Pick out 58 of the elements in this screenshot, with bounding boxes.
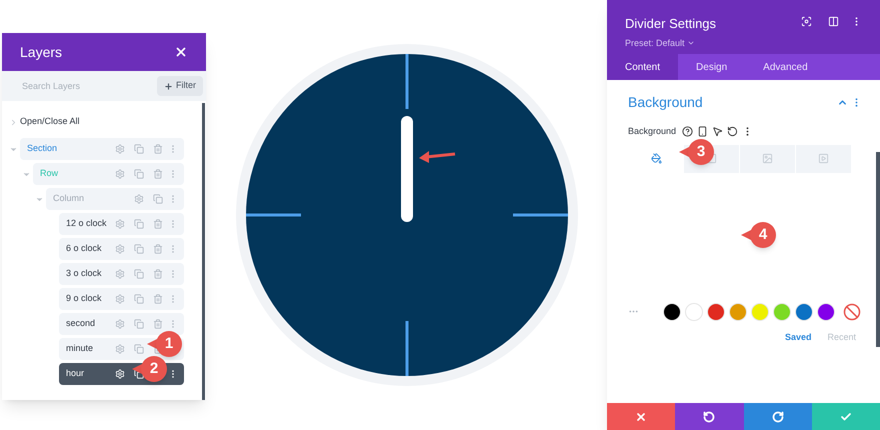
color-swatch[interactable]	[685, 302, 703, 320]
layer-item[interactable]: second	[59, 313, 184, 335]
callout-tooltip: 3	[679, 139, 714, 165]
plus-icon	[164, 82, 173, 90]
cursor-icon[interactable]	[712, 126, 724, 138]
panel-title: Divider Settings	[625, 15, 718, 33]
columns-icon[interactable]	[828, 16, 839, 27]
paint-bucket-icon	[650, 153, 662, 164]
color-swatch[interactable]	[773, 302, 791, 320]
undo-button[interactable]	[675, 403, 744, 430]
color-swatch[interactable]	[663, 302, 681, 320]
close-icon	[635, 410, 648, 422]
redo-button[interactable]	[744, 403, 812, 430]
color-swatch[interactable]	[707, 302, 725, 320]
focus-icon[interactable]	[801, 16, 812, 27]
layer-item[interactable]: 9 o clock	[59, 288, 184, 310]
scrollbar[interactable]	[876, 152, 880, 347]
color-swatch[interactable]	[817, 302, 835, 320]
trash-icon[interactable]	[153, 169, 163, 179]
trash-icon[interactable]	[153, 294, 163, 304]
trash-icon[interactable]	[153, 219, 163, 229]
color-swatch[interactable]	[795, 302, 813, 320]
layer-item[interactable]: Section	[20, 138, 184, 160]
help-icon[interactable]	[682, 126, 694, 138]
palette-tab[interactable]: Saved	[784, 330, 812, 344]
play-icon	[818, 153, 829, 164]
caret-icon[interactable]	[9, 118, 18, 126]
trash-icon[interactable]	[153, 319, 163, 329]
undo-icon	[703, 410, 716, 422]
close-icon[interactable]	[174, 45, 188, 59]
redo-icon	[772, 410, 784, 422]
color-swatch[interactable]	[751, 302, 769, 320]
scrollbar[interactable]	[202, 103, 205, 400]
layer-item[interactable]: 6 o clock	[59, 238, 184, 260]
field-label: Background	[628, 125, 676, 138]
no-color-icon[interactable]	[843, 302, 861, 320]
search-field[interactable]: Search Layers	[2, 71, 157, 101]
image-icon	[762, 153, 773, 164]
check-icon	[840, 410, 852, 422]
color-swatch[interactable]	[729, 302, 747, 320]
layer-item[interactable]: 3 o clock	[59, 263, 184, 285]
trash-icon[interactable]	[153, 269, 163, 279]
tab[interactable]: Content	[607, 54, 678, 80]
trash-icon[interactable]	[153, 144, 163, 154]
tab[interactable]: Design	[678, 54, 746, 80]
filter-button[interactable]: Filter	[157, 76, 203, 96]
callout-tooltip: 1	[147, 331, 182, 357]
callout-tooltip: 4	[741, 222, 776, 248]
tab[interactable]: Advanced	[745, 54, 826, 80]
panel-title: Layers	[20, 42, 64, 62]
trash-icon[interactable]	[153, 244, 163, 254]
callout-tooltip: 2	[132, 356, 167, 382]
reset-icon[interactable]	[727, 126, 738, 138]
layer-item[interactable]: 12 o clock	[59, 213, 184, 235]
section-title[interactable]: Background	[628, 92, 837, 113]
preset-dropdown[interactable]: Preset: Default	[625, 36, 801, 50]
open-close-all-link[interactable]: Open/Close All	[20, 115, 80, 129]
phone-icon[interactable]	[697, 126, 708, 138]
